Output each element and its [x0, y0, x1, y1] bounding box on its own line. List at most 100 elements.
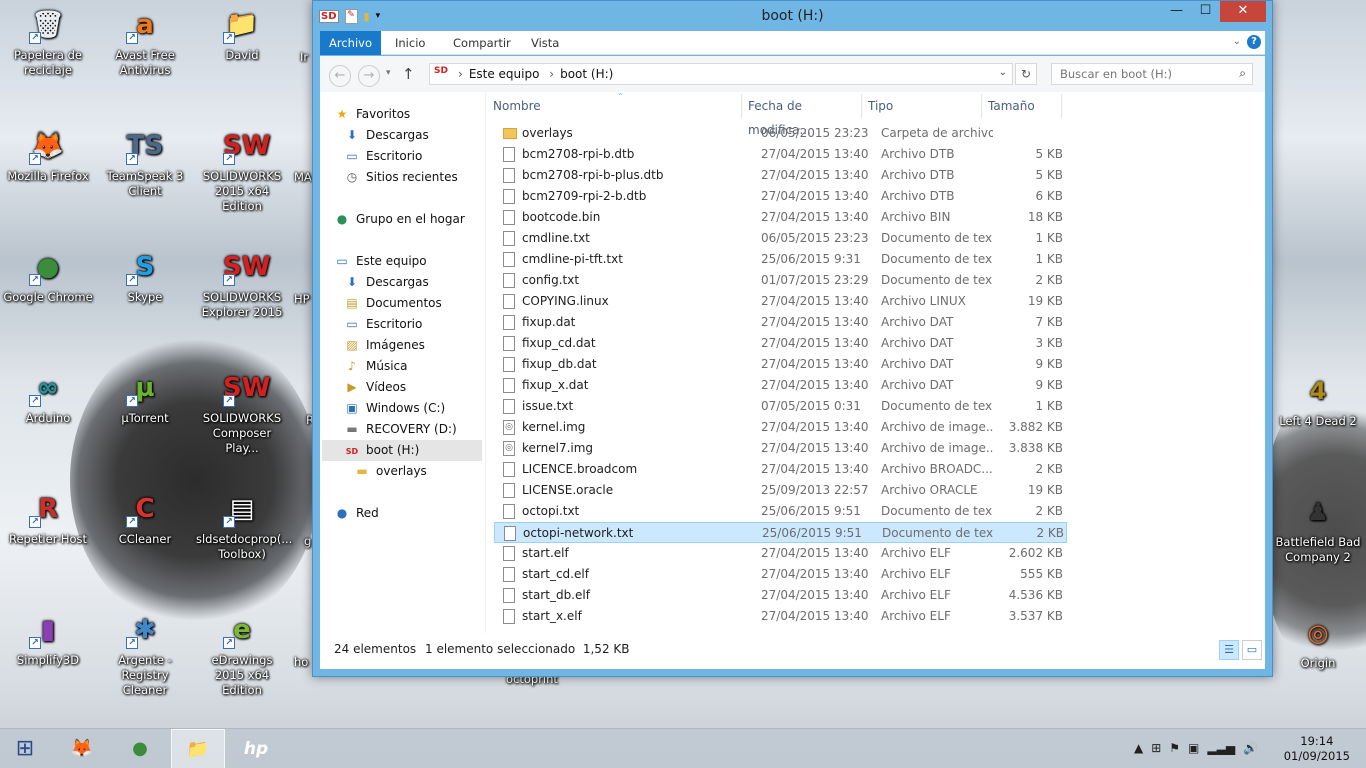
file-row-start-elf[interactable]: start.elf 27/04/2015 13:40 Archivo ELF 2.60… [494, 543, 1067, 564]
desktop-icon-solidworks-explorer-2015[interactable]: SW ↗ SOLIDWORKS Explorer 2015 [196, 248, 288, 320]
taskbar-hp-button[interactable]: hp [229, 729, 283, 768]
minimize-button[interactable]: — [1162, 1, 1191, 22]
desktop-icon-arduino[interactable]: ∞ ↗ Arduino [2, 369, 94, 426]
sidebar-item-escritorio[interactable]: ▭ Escritorio [344, 314, 422, 335]
sidebar-item-musica[interactable]: ♪ Música [344, 356, 407, 377]
column-header-nombre[interactable]: Nombre [487, 94, 742, 118]
sidebar-item-este-equipo[interactable]: ▭ Este equipo [334, 251, 426, 272]
desktop-icon-teamspeak-3-client[interactable]: TS ↗ TeamSpeak 3 Client [99, 127, 191, 199]
desktop-icon-repetier-host[interactable]: R ↗ Repetier-Host [2, 490, 94, 547]
sidebar-item-escritorio[interactable]: ▭ Escritorio [344, 146, 422, 167]
file-row-copying-linux[interactable]: COPYING.linux 27/04/2015 13:40 Archivo LIN… [494, 291, 1067, 312]
search-icon[interactable]: ⌕ [1239, 66, 1246, 81]
sidebar-item-favoritos[interactable]: ★ Favoritos [334, 104, 411, 125]
file-row-start-db-elf[interactable]: start_db.elf 27/04/2015 13:40 Archivo ELF 4… [494, 585, 1067, 606]
sidebar-item-descargas[interactable]: ⬇ Descargas [344, 125, 429, 146]
desktop-icon-origin[interactable]: ◎ Origin [1272, 614, 1364, 671]
breadcrumb-este-equipo[interactable]: Este equipo [469, 67, 540, 81]
file-row-issue-txt[interactable]: issue.txt 07/05/2015 0:31 Documento de tex… [494, 396, 1067, 417]
sidebar-item-videos[interactable]: ▶ Vídeos [344, 377, 406, 398]
file-row-bcm2709-rpi-2-b-dtb[interactable]: bcm2709-rpi-2-b.dtb 27/04/2015 13:40 Archi… [494, 186, 1067, 207]
taskbar-firefox-button[interactable]: 🦊 [55, 729, 109, 768]
desktop-icon-david[interactable]: 📁 ↗ David [196, 6, 288, 63]
desktop-icon-simplify3d[interactable]: ▮ ↗ Simplify3D [2, 611, 94, 668]
column-header-tipo[interactable]: Tipo [862, 94, 982, 118]
close-button[interactable]: ✕ [1220, 1, 1266, 22]
desktop-icon-solidworks-composer-play[interactable]: SW ↗ SOLIDWORKS Composer Play... [196, 369, 288, 456]
action-center-icon[interactable]: ⚑ [1169, 741, 1180, 755]
network-icon[interactable]: ⊞ [1151, 741, 1161, 755]
signal-icon[interactable]: ▂▃▅ [1207, 741, 1235, 755]
file-row-fixup-cd-dat[interactable]: fixup_cd.dat 27/04/2015 13:40 Archivo DAT 3… [494, 333, 1067, 354]
taskbar-chrome-button[interactable]: ● [113, 729, 167, 768]
battery-icon[interactable]: ▣ [1188, 741, 1199, 755]
sidebar-item-grupo-en-el-hogar[interactable]: ● Grupo en el hogar [334, 209, 465, 230]
column-header-tamano[interactable]: Tamaño [982, 94, 1062, 118]
file-row-bcm2708-rpi-b-plus-dtb[interactable]: bcm2708-rpi-b-plus.dtb 27/04/2015 13:40 Ar… [494, 165, 1067, 186]
sidebar-item-recovery-d[interactable]: ▬ RECOVERY (D:) [344, 419, 456, 440]
file-row-fixup-db-dat[interactable]: fixup_db.dat 27/04/2015 13:40 Archivo DAT 9… [494, 354, 1067, 375]
file-row-octopi-txt[interactable]: octopi.txt 25/06/2015 9:51 Documento de te… [494, 501, 1067, 522]
address-dropdown-icon[interactable]: ⌄ [999, 67, 1007, 78]
search-input[interactable] [1052, 64, 1222, 84]
file-row-overlays[interactable]: overlays 06/05/2015 23:23 Carpeta de archi… [494, 123, 1067, 144]
volume-icon[interactable]: 🔊 [1243, 741, 1258, 755]
back-button[interactable]: ← [329, 65, 351, 87]
file-row-license-oracle[interactable]: LICENSE.oracle 25/09/2013 22:57 Archivo OR… [494, 480, 1067, 501]
desktop-icon-solidworks-2015-x64-edition[interactable]: SW ↗ SOLIDWORKS 2015 x64 Edition [196, 127, 288, 214]
help-icon[interactable]: ? [1247, 35, 1261, 49]
column-header-fecha[interactable]: Fecha de modifica... [742, 94, 862, 137]
file-row-kernel-img[interactable]: ◎ kernel.img 27/04/2015 13:40 Archivo de im… [494, 417, 1067, 438]
breadcrumb-boot[interactable]: boot (H:) [560, 67, 613, 81]
tab-compartir[interactable]: Compartir [444, 31, 520, 55]
sidebar-item-overlays[interactable]: ▬ overlays [354, 461, 426, 482]
search-box[interactable]: ⌕ [1051, 63, 1253, 85]
sidebar-item-boot-h[interactable]: SD boot (H:) [322, 440, 482, 461]
sidebar-item-descargas[interactable]: ⬇ Descargas [344, 272, 429, 293]
file-row-fixup-dat[interactable]: fixup.dat 27/04/2015 13:40 Archivo DAT 7 KB [494, 312, 1067, 333]
sidebar-item-sitios-recientes[interactable]: ◷ Sitios recientes [344, 167, 458, 188]
desktop-icon-avast-free-antivirus[interactable]: a ↗ Avast Free Antivirus [99, 6, 191, 78]
file-row-bootcode-bin[interactable]: bootcode.bin 27/04/2015 13:40 Archivo BIN 1… [494, 207, 1067, 228]
desktop-icon-google-chrome[interactable]: ● ↗ Google Chrome [2, 248, 94, 305]
sidebar-item-documentos[interactable]: ▤ Documentos [344, 293, 441, 314]
file-row-start-x-elf[interactable]: start_x.elf 27/04/2015 13:40 Archivo ELF 3.… [494, 606, 1067, 627]
refresh-button[interactable]: ↻ [1015, 63, 1037, 85]
taskbar-explorer-button[interactable]: 📁 [171, 729, 225, 768]
file-row-config-txt[interactable]: config.txt 01/07/2015 23:29 Documento de t… [494, 270, 1067, 291]
ribbon-expand-icon[interactable]: ⌄ [1233, 36, 1241, 47]
file-row-licence-broadcom[interactable]: LICENCE.broadcom 27/04/2015 13:40 Archivo … [494, 459, 1067, 480]
desktop-icon-mozilla-firefox[interactable]: 🦊 ↗ Mozilla Firefox [2, 127, 94, 184]
address-bar[interactable]: SD › Este equipo › boot (H:) ⌄ [429, 63, 1013, 85]
desktop-icon-battlefield-bad-company-2[interactable]: ♟ Battlefield Bad Company 2 [1272, 493, 1364, 565]
desktop-icon-torrent[interactable]: µ ↗ µTorrent [99, 369, 191, 426]
details-view-button[interactable]: ☰ [1219, 640, 1239, 660]
show-hidden-icons[interactable]: ▲ [1134, 741, 1143, 755]
desktop-icon-papelera-de-reciclaje[interactable]: 🗑 ↗ Papelera de reciclaje [2, 6, 94, 78]
tab-inicio[interactable]: Inicio [386, 31, 434, 55]
title-bar[interactable]: SD ✎ ▮ ▾ boot (H:) — ☐ ✕ [313, 1, 1272, 31]
desktop-icon-edrawings-2015-x64-edition[interactable]: e ↗ eDrawings 2015 x64 Edition [196, 611, 288, 698]
forward-button[interactable]: → [358, 65, 380, 87]
sidebar-item-windows-c[interactable]: ▣ Windows (C:) [344, 398, 445, 419]
desktop-icon-argente-registry-cleaner[interactable]: ✱ ↗ Argente - Registry Cleaner [99, 611, 191, 698]
recent-locations-icon[interactable]: ▾ [386, 68, 391, 78]
desktop-icon-skype[interactable]: S ↗ Skype [99, 248, 191, 305]
tab-archivo[interactable]: Archivo [320, 31, 381, 55]
start-button[interactable]: ⊞ [0, 729, 50, 768]
clock[interactable]: 19:14 01/09/2015 [1284, 734, 1350, 764]
sidebar-item-red[interactable]: ● Red [334, 503, 379, 524]
file-row-fixup-x-dat[interactable]: fixup_x.dat 27/04/2015 13:40 Archivo DAT 9 … [494, 375, 1067, 396]
file-row-kernel7-img[interactable]: ◎ kernel7.img 27/04/2015 13:40 Archivo de i… [494, 438, 1067, 459]
maximize-button[interactable]: ☐ [1191, 1, 1220, 22]
desktop-icon-sldsetdocprop-toolbox[interactable]: ▤ ↗ sldsetdocprop(... Toolbox) [196, 490, 292, 562]
large-icons-view-button[interactable]: ▭ [1242, 640, 1262, 660]
file-row-cmdline-txt[interactable]: cmdline.txt 06/05/2015 23:23 Documento de … [494, 228, 1067, 249]
file-row-octopi-network-txt[interactable]: octopi-network.txt 25/06/2015 9:51 Documen… [494, 522, 1067, 543]
up-arrow-icon[interactable]: ↑ [402, 65, 415, 83]
desktop-icon-left-4-dead-2[interactable]: 4 Left 4 Dead 2 [1272, 372, 1364, 429]
file-row-start-cd-elf[interactable]: start_cd.elf 27/04/2015 13:40 Archivo ELF 5… [494, 564, 1067, 585]
sidebar-item-imagenes[interactable]: ▨ Imágenes [344, 335, 425, 356]
file-row-bcm2708-rpi-b-dtb[interactable]: bcm2708-rpi-b.dtb 27/04/2015 13:40 Archivo… [494, 144, 1067, 165]
file-row-cmdline-pi-tft-txt[interactable]: cmdline-pi-tft.txt 25/06/2015 9:31 Documen… [494, 249, 1067, 270]
